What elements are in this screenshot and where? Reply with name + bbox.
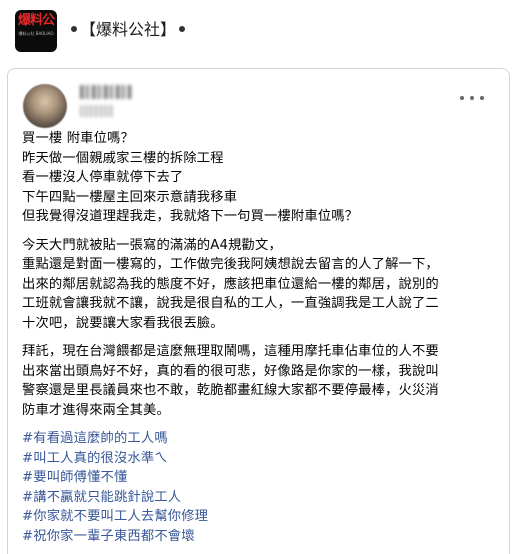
logo-subtext: 爆料公社 BAOLIAO	[18, 31, 54, 36]
post-timestamp-redacted[interactable]	[80, 105, 114, 117]
hashtag-link[interactable]: #講不贏就只能跳針說工人	[22, 488, 502, 508]
hashtag-link[interactable]: #你家就不要叫工人去幫你修理	[22, 507, 502, 527]
hashtag-link[interactable]: #祝你家一輩子東西都不會壞	[22, 527, 502, 547]
hashtag-list: #有看過這麼帥的工人嗎 #叫工人真的很沒水準ㄟ #要叫師傅懂不懂 #講不贏就只能…	[22, 429, 502, 546]
dot-icon	[71, 26, 77, 32]
text-line: 拜託，現在台灣餵都是這麼無理取鬧嗎，這種用摩托車佔車位的人不要	[22, 344, 439, 359]
text-line: 警察還是里長議員來也不敢，乾脆都畫紅線大家都不要停最棒，火災消	[22, 383, 439, 398]
hashtag-link[interactable]: #要叫師傅懂不懂	[22, 468, 502, 488]
author-avatar[interactable]	[23, 84, 67, 128]
post-body: 買一樓 附車位嗎？ 昨天做一個親戚家三樓的拆除工程 看一樓沒人停車就停下去了 下…	[22, 129, 502, 554]
page-logo[interactable]: 爆料公 爆料公社 BAOLIAO	[15, 10, 57, 52]
paragraph: 拜託，現在台灣餵都是這麼無理取鬧嗎，這種用摩托車佔車位的人不要 出來當出頭鳥好不…	[22, 342, 502, 420]
text-line: 十次吧，說要讓大家看我很丟臉。	[22, 315, 224, 331]
text-line: 出來的鄰居就認為我的態度不好，應該把車位還給一樓的鄰居，說別的	[22, 276, 439, 292]
page-name-row[interactable]: 【爆料公社】	[68, 20, 188, 40]
text-line: 今天大門就被貼一張寫的滿滿的A4規勸文，	[22, 237, 282, 253]
text-line: 但我覺得沒道理趕我走，我就烙下一句買一樓附車位嗎？	[22, 209, 359, 224]
page-name[interactable]: 【爆料公社】	[80, 20, 176, 39]
text-line: 看一樓沒人停車就停下去了	[22, 170, 184, 185]
page-header: 爆料公 爆料公社 BAOLIAO 【爆料公社】	[0, 0, 516, 60]
paragraph: 今天大門就被貼一張寫的滿滿的A4規勸文， 重點還是對面一樓寫的，工作做完後我阿姨…	[22, 236, 502, 334]
hashtag-link[interactable]: #有看過這麼帥的工人嗎	[22, 429, 502, 449]
post-card: 買一樓 附車位嗎？ 昨天做一個親戚家三樓的拆除工程 看一樓沒人停車就停下去了 下…	[7, 68, 510, 554]
text-line: 買一樓 附車位嗎？	[22, 131, 134, 146]
text-line: 工班就會讓我就不讓，說我是很自私的工人，一直強調我是工人說了二	[22, 296, 439, 311]
text-line: 出來當出頭鳥好不好，真的看的很可悲，好像路是你家的一樣，我說叫	[22, 363, 439, 379]
text-line: 下午四點一樓屋主回來示意請我移車	[22, 189, 238, 205]
author-name-redacted[interactable]	[80, 85, 132, 99]
text-line: 重點還是對面一樓寫的，工作做完後我阿姨想說去留言的人了解一下，	[22, 257, 439, 272]
hashtag-link[interactable]: #叫工人真的很沒水準ㄟ	[22, 449, 502, 469]
dot-icon	[179, 26, 186, 32]
text-line: 防車才進得來兩全其美。	[22, 402, 170, 418]
logo-text: 爆料公	[18, 13, 55, 28]
text-line: 昨天做一個親戚家三樓的拆除工程	[22, 150, 224, 166]
paragraph: 買一樓 附車位嗎？ 昨天做一個親戚家三樓的拆除工程 看一樓沒人停車就停下去了 下…	[22, 129, 502, 227]
more-options-icon[interactable]	[460, 91, 484, 105]
